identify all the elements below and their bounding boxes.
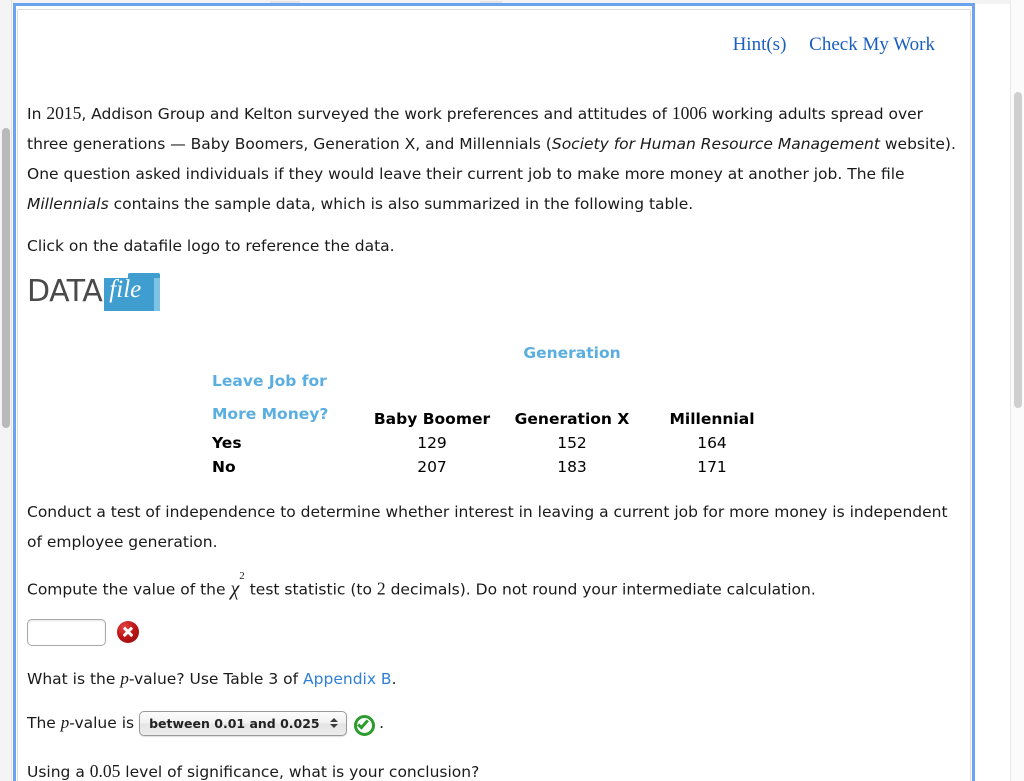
chi-exponent: 2 bbox=[239, 569, 245, 582]
datafile-instruction: Click on the datafile logo to reference … bbox=[27, 237, 395, 255]
folder-icon: file bbox=[104, 273, 161, 311]
pvalue-select-wrapper: between 0.01 and 0.025 bbox=[139, 708, 348, 738]
check-my-work-link[interactable]: Check My Work bbox=[809, 34, 935, 55]
table-generation-title: Generation bbox=[523, 344, 621, 362]
table-header-row-2: More Money? Baby Boomer Generation X Mil… bbox=[212, 398, 782, 431]
pvalue-label-symbol: p bbox=[60, 712, 70, 732]
conduct-test-instruction: Conduct a test of independence to determ… bbox=[27, 503, 948, 551]
table-row-label-no: No bbox=[212, 458, 236, 476]
green-check-icon bbox=[354, 714, 376, 736]
folder-icon-edge bbox=[154, 278, 161, 311]
table-cell-no-baby-boomer: 207 bbox=[417, 458, 447, 476]
pvalue-question-text-a: What is the bbox=[27, 669, 121, 688]
question-frame-scrollbar[interactable] bbox=[1010, 0, 1024, 781]
table-column-header-baby-boomer: Baby Boomer bbox=[373, 410, 491, 428]
problem-intro-paragraph: In 2015, Addison Group and Kelton survey… bbox=[27, 98, 957, 219]
hints-link[interactable]: Hint(s) bbox=[733, 34, 787, 55]
pvalue-trailing-period: . bbox=[379, 713, 385, 732]
pvalue-question-text-c: . bbox=[391, 669, 397, 688]
question-body: In 2015, Addison Group and Kelton survey… bbox=[27, 98, 957, 780]
table-cell-no-millennial: 171 bbox=[697, 458, 727, 476]
chi-square-answer-row bbox=[27, 618, 957, 646]
compute-text-b: test statistic (to bbox=[244, 580, 377, 599]
red-x-icon bbox=[117, 621, 139, 644]
contingency-table: Generation Leave Job for More Money? Bab… bbox=[212, 341, 782, 479]
chi-glyph: χ bbox=[230, 577, 240, 600]
intro-file-name: Millennials bbox=[27, 195, 109, 213]
table-row-header-line2: More Money? bbox=[212, 405, 329, 423]
table-column-header-generation-x: Generation X bbox=[514, 410, 630, 428]
table-column-header-millennial: Millennial bbox=[669, 410, 755, 428]
pvalue-label-text-a: The bbox=[27, 713, 61, 732]
chi-square-input[interactable] bbox=[27, 618, 106, 646]
chi-square-symbol: χ2 bbox=[230, 570, 244, 600]
intro-source-name: Society for Human Resource Management bbox=[551, 135, 880, 153]
pvalue-label-text-b: -value is bbox=[69, 713, 135, 732]
datafile-logo-data-text: DATA bbox=[27, 274, 103, 309]
question-content: Hint(s) Check My Work In 2015, Addison G… bbox=[18, 10, 970, 780]
compute-text-c: decimals). Do not round your intermediat… bbox=[385, 580, 816, 599]
datafile-logo-file-text: file bbox=[109, 276, 142, 303]
intro-text-b: , Addison Group and Kelton surveyed the … bbox=[81, 105, 672, 123]
compute-decimals: 2 bbox=[376, 578, 386, 599]
pvalue-question-text-b: -value? Use Table 3 of bbox=[128, 669, 304, 688]
question-toolbar: Hint(s) Check My Work bbox=[715, 34, 935, 56]
significance-question: Using a 0.05 level of significance, what… bbox=[27, 756, 957, 780]
table-row: No 207 183 171 bbox=[212, 455, 782, 479]
table-cell-yes-baby-boomer: 129 bbox=[417, 434, 447, 452]
compute-text-a: Compute the value of the bbox=[27, 580, 231, 599]
intro-text-a: In bbox=[27, 105, 47, 123]
intro-year: 2015 bbox=[46, 103, 82, 123]
pvalue-answer-row: The p-value is between 0.01 and 0.025. bbox=[27, 708, 957, 739]
datafile-logo[interactable]: DATA file bbox=[27, 273, 161, 311]
pvalue-symbol: p bbox=[120, 668, 129, 688]
significance-text-b: level of significance, what is your conc… bbox=[120, 763, 480, 780]
table-supertitle-row: Generation bbox=[212, 341, 782, 365]
table-cell-yes-generation-x: 152 bbox=[557, 434, 587, 452]
pvalue-select[interactable]: between 0.01 and 0.025 bbox=[139, 711, 348, 737]
significance-text-a: Using a bbox=[27, 763, 90, 780]
table-cell-yes-millennial: 164 bbox=[697, 434, 727, 452]
outer-page-scrollbar-thumb[interactable] bbox=[2, 128, 10, 428]
significance-level: 0.05 bbox=[89, 761, 121, 780]
table-cell-no-generation-x: 183 bbox=[557, 458, 587, 476]
pvalue-question: What is the p-value? Use Table 3 of Appe… bbox=[27, 664, 957, 694]
browser-viewport: Hint(s) Check My Work In 2015, Addison G… bbox=[0, 0, 1024, 781]
appendix-b-link[interactable]: Appendix B bbox=[303, 670, 392, 688]
table-row-header-line1: Leave Job for bbox=[212, 372, 327, 390]
table-row-label-yes: Yes bbox=[212, 434, 242, 452]
table-row: Yes 129 152 164 bbox=[212, 431, 782, 455]
intro-sample-size: 1006 bbox=[671, 103, 707, 123]
table-header-row-1: Leave Job for bbox=[212, 365, 782, 398]
compute-statistic-instruction: Compute the value of the χ2 test statist… bbox=[27, 569, 957, 605]
intro-text-e: contains the sample data, which is also … bbox=[108, 195, 694, 213]
question-frame-scrollbar-thumb[interactable] bbox=[1014, 92, 1022, 408]
outer-page-scrollbar[interactable] bbox=[0, 0, 12, 781]
